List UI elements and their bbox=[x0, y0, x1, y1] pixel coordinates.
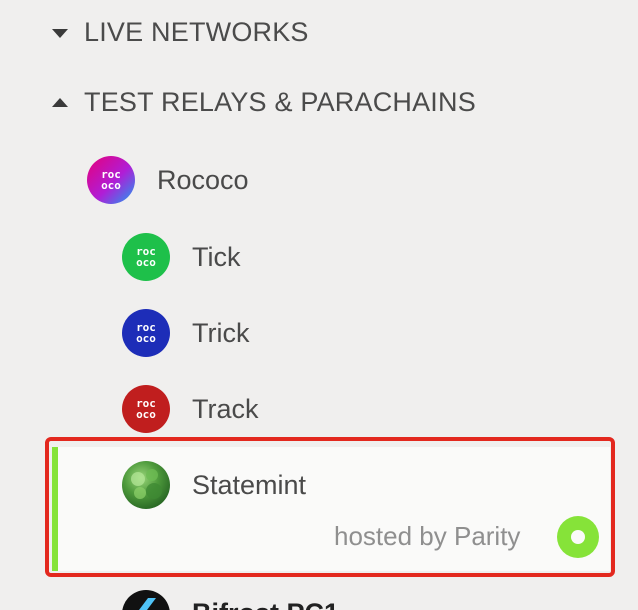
network-label: Tick bbox=[192, 241, 241, 272]
network-item-tick[interactable]: roc oco Tick bbox=[122, 233, 241, 281]
statemint-logo-icon bbox=[122, 461, 170, 509]
network-item-track[interactable]: roc oco Track bbox=[122, 385, 259, 433]
rococo-logo-icon: roc oco bbox=[87, 156, 135, 204]
network-label: Statemint bbox=[192, 469, 307, 500]
partial-logo-icon bbox=[122, 590, 170, 610]
logo-text-bottom: oco bbox=[136, 408, 156, 421]
group-live-networks-label: LIVE NETWORKS bbox=[84, 17, 309, 47]
logo-text-bottom: oco bbox=[136, 332, 156, 345]
network-item-partial[interactable] bbox=[122, 590, 170, 610]
group-test-relays-label: TEST RELAYS & PARACHAINS bbox=[84, 87, 476, 117]
network-label: Track bbox=[192, 393, 259, 424]
network-label: Trick bbox=[192, 317, 250, 348]
caret-up-icon bbox=[52, 97, 68, 107]
hosted-by-label: hosted by Parity bbox=[334, 521, 521, 551]
caret-down-icon bbox=[52, 28, 68, 38]
logo-text-bottom: oco bbox=[101, 179, 121, 192]
network-item-rococo[interactable]: roc oco Rococo bbox=[87, 156, 249, 204]
network-label: Rococo bbox=[157, 164, 249, 195]
group-test-relays[interactable]: TEST RELAYS & PARACHAINS bbox=[50, 87, 476, 118]
network-item-statemint[interactable]: Statemint bbox=[122, 461, 306, 509]
group-live-networks[interactable]: LIVE NETWORKS bbox=[50, 17, 309, 48]
track-logo-icon: roc oco bbox=[122, 385, 170, 433]
partial-network-label: Bifrost PC1 bbox=[192, 598, 339, 610]
network-selector-panel: LIVE NETWORKS TEST RELAYS & PARACHAINS r… bbox=[0, 0, 638, 610]
trick-logo-icon: roc oco bbox=[122, 309, 170, 357]
tick-logo-icon: roc oco bbox=[122, 233, 170, 281]
selected-status-icon bbox=[557, 516, 599, 558]
network-item-trick[interactable]: roc oco Trick bbox=[122, 309, 249, 357]
logo-text-bottom: oco bbox=[136, 256, 156, 269]
